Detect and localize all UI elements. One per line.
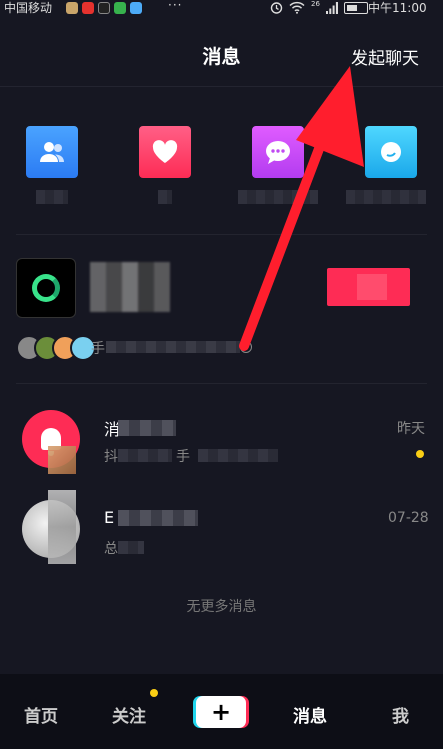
message-name[interactable]: E	[104, 508, 114, 527]
featured-app-logo[interactable]	[16, 258, 76, 318]
no-more-messages: 无更多消息	[186, 599, 257, 615]
tile-label-mentions	[346, 190, 426, 204]
message-preview-pixelated	[118, 449, 172, 462]
tile-comments[interactable]	[252, 126, 304, 178]
nav-messages[interactable]: 消息	[293, 702, 327, 727]
carrier-name: 中国移动	[4, 1, 53, 15]
fans-icon	[40, 142, 64, 162]
ring-logo-icon	[32, 274, 60, 302]
tile-label-likes	[158, 190, 172, 204]
featured-name-pixelated	[90, 262, 170, 312]
tile-likes[interactable]	[139, 126, 191, 178]
alarm-icon	[270, 2, 283, 14]
tile-fans[interactable]	[26, 126, 78, 178]
comment-icon	[266, 141, 290, 164]
message-time: 07-28	[388, 510, 429, 526]
app-notification-icon	[82, 2, 94, 14]
nav-home[interactable]: 首页	[24, 702, 58, 727]
featured-subtext-pixelated	[106, 341, 240, 353]
avatar-pixelated	[48, 490, 76, 564]
avatar-pixelated	[48, 446, 76, 474]
nav-following[interactable]: 关注	[112, 702, 146, 727]
following-badge-dot	[150, 689, 158, 697]
section-divider	[16, 234, 427, 235]
message-preview-pixelated	[118, 541, 144, 554]
featured-subtext: 手	[91, 341, 105, 357]
featured-action-button[interactable]	[327, 268, 410, 306]
app-notification-icon	[114, 2, 126, 14]
clock: 中午11:00	[368, 1, 427, 15]
message-preview: 抖	[104, 449, 118, 465]
tiktok-notification-icon	[98, 2, 110, 14]
notification-app-icons	[66, 2, 142, 14]
app-notification-icon	[130, 2, 142, 14]
network-type-label: 26	[311, 0, 320, 8]
message-name-pixelated	[118, 420, 176, 436]
create-button[interactable]: +	[196, 696, 246, 728]
unread-dot	[416, 450, 424, 458]
at-mention-icon	[381, 142, 401, 162]
section-divider	[16, 383, 427, 384]
start-chat-button[interactable]: 发起聊天	[351, 44, 419, 69]
more-notifications-icon: ···	[168, 0, 183, 12]
wifi-icon	[289, 1, 305, 14]
info-icon[interactable]: i	[240, 341, 252, 353]
friend-avatars	[16, 335, 96, 361]
message-preview-part: 手	[176, 449, 190, 465]
battery-icon	[343, 1, 368, 14]
heart-icon	[152, 140, 178, 163]
tile-label-fans	[36, 190, 68, 204]
signal-icon	[325, 1, 338, 14]
annotation-arrow-icon	[239, 66, 364, 351]
message-name-pixelated	[118, 510, 198, 526]
message-preview-pixelated	[198, 449, 278, 462]
status-icons: 26	[270, 1, 368, 14]
message-preview: 总	[104, 541, 118, 557]
message-time: 昨天	[397, 421, 425, 437]
nav-me[interactable]: 我	[392, 702, 409, 727]
header-divider	[0, 86, 443, 87]
plus-icon: +	[210, 698, 232, 726]
tile-mentions[interactable]	[365, 126, 417, 178]
tile-label-comments	[238, 190, 318, 204]
app-notification-icon	[66, 2, 78, 14]
status-bar: 中国移动 ··· 26 中午11:00	[0, 0, 443, 16]
